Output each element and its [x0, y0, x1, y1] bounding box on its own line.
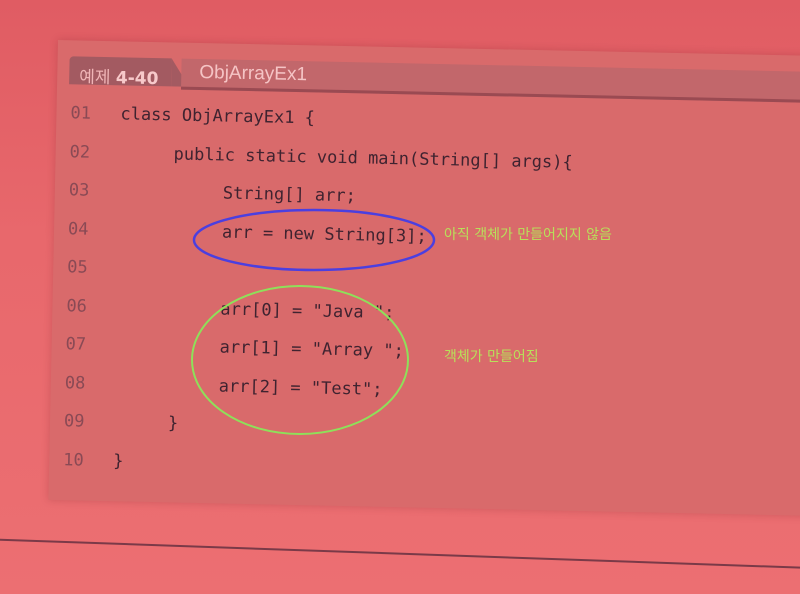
blue-ellipse-annotation	[192, 208, 436, 272]
annotation-layer	[191, 208, 436, 435]
green-ellipse-annotation	[191, 285, 409, 435]
annotation-note-created: 객체가 만들어짐	[444, 349, 539, 365]
annotation-note-not-created: 아직 객체가 만들어지지 않음	[444, 227, 612, 243]
